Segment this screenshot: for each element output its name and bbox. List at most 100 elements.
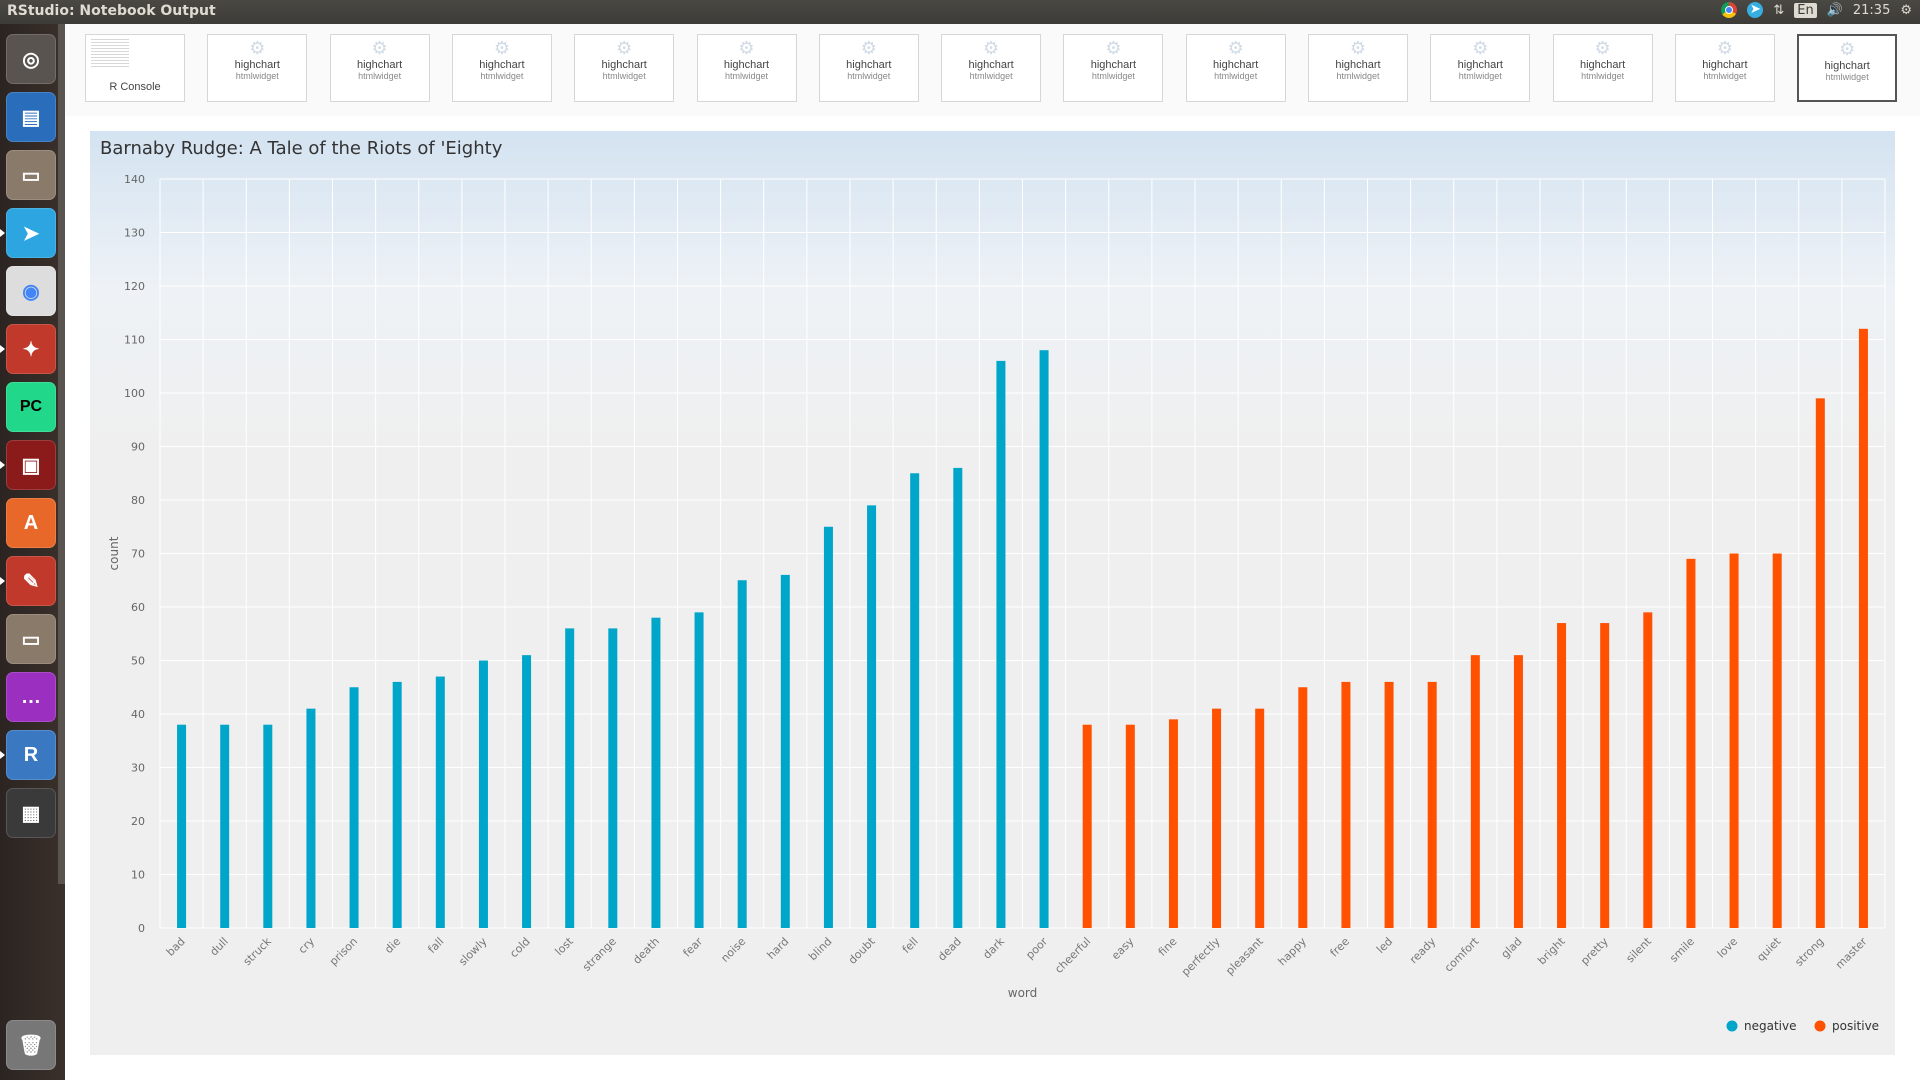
chrome-icon[interactable]: [1721, 2, 1738, 18]
bar-positive: [1427, 681, 1437, 928]
htmlwidget-icon: ⚙: [983, 38, 1000, 58]
thumbnail-highchart[interactable]: ⚙ highchart htmlwidget: [1430, 34, 1531, 102]
thumbnail-highchart[interactable]: ⚙ highchart htmlwidget: [1674, 34, 1775, 102]
bar-negative: [996, 360, 1006, 928]
bar-negative: [522, 655, 532, 928]
chat-icon[interactable]: …: [6, 672, 56, 722]
thumbnail-subtitle: htmlwidget: [235, 71, 279, 81]
bar-negative: [823, 526, 833, 928]
x-tick-label: prison: [327, 935, 360, 968]
htmlwidget-icon: ⚙: [249, 38, 266, 58]
bar-negative: [867, 505, 877, 928]
x-tick-label: perfectly: [1179, 935, 1223, 979]
thumbnail-title: highchart: [1335, 59, 1381, 71]
keyboard-layout-icon[interactable]: En: [1794, 2, 1817, 18]
htmlwidget-icon: ⚙: [1716, 38, 1733, 58]
thumbnail-highchart[interactable]: ⚙ highchart htmlwidget: [451, 34, 552, 102]
x-tick-label: silent: [1624, 934, 1655, 965]
thumbnail-highchart[interactable]: ⚙ highchart htmlwidget: [1185, 34, 1286, 102]
x-tick-label: free: [1328, 935, 1353, 960]
y-tick-label: 20: [131, 815, 145, 828]
thumbnail-highchart[interactable]: ⚙ highchart htmlwidget: [941, 34, 1042, 102]
telegram-icon[interactable]: ➤: [1747, 2, 1764, 18]
thumbnail-r-console[interactable]: R Console: [85, 34, 185, 102]
thumbnail-title: highchart: [356, 59, 403, 71]
thumbnail-subtitle: htmlwidget: [1336, 71, 1380, 81]
telegram-icon[interactable]: ➤: [6, 208, 56, 258]
running-indicator: [0, 751, 5, 759]
x-tick-label: bad: [164, 935, 188, 959]
y-tick-label: 0: [138, 922, 145, 935]
thumbnail-subtitle: htmlwidget: [358, 71, 402, 81]
thumbnail-highchart[interactable]: ⚙ highchart htmlwidget: [1063, 34, 1164, 102]
x-tick-label: struck: [241, 934, 275, 968]
bar-negative: [177, 724, 187, 928]
x-tick-label: comfort: [1442, 934, 1482, 974]
thumbnail-highchart[interactable]: ⚙ highchart htmlwidget: [1308, 34, 1408, 102]
thumbnail-highchart[interactable]: ⚙ highchart htmlwidget: [696, 34, 797, 102]
y-tick-label: 100: [124, 387, 145, 400]
ubuntu-dash-icon[interactable]: ◎: [6, 34, 56, 84]
x-tick-label: pretty: [1578, 935, 1611, 968]
htmlwidget-icon: ⚙: [1227, 38, 1244, 58]
thumbnail-title: highchart: [1702, 59, 1748, 71]
thumbnail-highchart[interactable]: ⚙ highchart htmlwidget: [574, 34, 675, 102]
settings-icon[interactable]: ⚙: [1900, 3, 1912, 18]
htmlwidget-icon: ⚙: [1472, 38, 1489, 58]
y-tick-label: 70: [131, 548, 145, 561]
chrome-icon[interactable]: ◉: [6, 266, 56, 316]
x-tick-label: master: [1833, 935, 1870, 972]
bar-positive: [1772, 553, 1782, 928]
bar-negative: [651, 617, 661, 928]
thumbnail-title: highchart: [846, 59, 892, 71]
libreoffice-writer-icon[interactable]: ▤: [6, 92, 56, 142]
terminal-icon[interactable]: ▣: [6, 440, 56, 490]
thumbnail-highchart[interactable]: ⚙ highchart htmlwidget: [1797, 34, 1898, 102]
thumbnail-highchart[interactable]: ⚙ highchart htmlwidget: [1552, 34, 1653, 102]
thumbnail-subtitle: htmlwidget: [1458, 71, 1502, 81]
console-preview: [91, 39, 129, 69]
x-tick-label: strong: [1792, 935, 1826, 969]
thumbnail-subtitle: htmlwidget: [969, 71, 1013, 81]
x-tick-label: hard: [765, 935, 792, 962]
thumbnail-subtitle: htmlwidget: [1703, 71, 1747, 81]
legend-item-negative[interactable]: negative: [1744, 1019, 1796, 1033]
top-panel: RStudio: Notebook Output ➤ ⇅ En 🔊 21:35 …: [0, 0, 1920, 24]
x-tick-label: blind: [806, 935, 834, 963]
running-indicator: [0, 577, 5, 585]
x-tick-label: quiet: [1754, 934, 1784, 964]
legend-marker-positive: [1814, 1020, 1826, 1032]
y-tick-label: 50: [131, 655, 145, 668]
bar-positive: [1686, 558, 1696, 928]
x-tick-label: pleasant: [1223, 934, 1266, 977]
highchart-container: Barnaby Rudge: A Tale of the Riots of 'E…: [90, 131, 1895, 1055]
rstudio-icon[interactable]: R: [6, 730, 56, 780]
bar-negative: [263, 724, 273, 928]
thumbnail-highchart[interactable]: ⚙ highchart htmlwidget: [207, 34, 308, 102]
x-tick-label: happy: [1276, 935, 1310, 969]
system-tools-icon[interactable]: ✦: [6, 324, 56, 374]
thumbnail-highchart[interactable]: ⚙ highchart htmlwidget: [329, 34, 430, 102]
workspace-switcher-icon[interactable]: ▦: [6, 788, 56, 838]
bar-chart: Barnaby Rudge: A Tale of the Riots of 'E…: [100, 138, 1886, 1033]
launcher-scrollbar[interactable]: [58, 24, 65, 884]
network-icon[interactable]: ⇅: [1773, 3, 1784, 18]
thumbnail-title: highchart: [1579, 59, 1626, 71]
trash-icon[interactable]: 🗑: [6, 1020, 56, 1070]
volume-icon[interactable]: 🔊: [1827, 3, 1843, 18]
thumbnail-subtitle: htmlwidget: [1091, 71, 1135, 81]
legend-item-positive[interactable]: positive: [1832, 1019, 1879, 1033]
bar-negative: [953, 467, 963, 928]
bar-positive: [1600, 623, 1610, 928]
archive-icon[interactable]: ▭: [6, 614, 56, 664]
bar-positive: [1384, 681, 1394, 928]
htmlwidget-icon: ⚙: [738, 38, 755, 58]
software-center-icon[interactable]: A: [6, 498, 56, 548]
bar-negative: [392, 681, 402, 928]
pdf-viewer-icon[interactable]: ✎: [6, 556, 56, 606]
clock[interactable]: 21:35: [1853, 3, 1890, 18]
pycharm-icon[interactable]: PC: [6, 382, 56, 432]
x-tick-label: lost: [553, 934, 577, 958]
thumbnail-highchart[interactable]: ⚙ highchart htmlwidget: [818, 34, 919, 102]
files-icon[interactable]: ▭: [6, 150, 56, 200]
